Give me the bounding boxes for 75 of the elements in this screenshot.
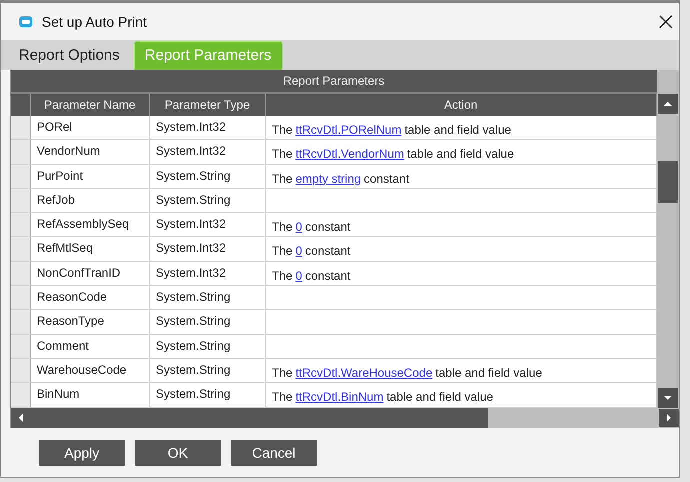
action-text: The: [272, 172, 293, 188]
action-text: constant: [364, 172, 410, 188]
row-selector[interactable]: [11, 334, 31, 358]
action-text: constant: [305, 220, 351, 236]
table-cell: BinNum: [31, 383, 150, 407]
row-selector[interactable]: [11, 358, 31, 382]
action-text: constant: [305, 244, 351, 260]
field-link[interactable]: 0: [296, 244, 302, 261]
table-cell: System.String: [150, 383, 266, 407]
tab[interactable]: Report Options: [9, 42, 130, 70]
field-link[interactable]: ttRcvDtl.PORelNum: [296, 123, 402, 140]
table-cell: RefMtlSeq: [31, 237, 150, 261]
field-link[interactable]: 0: [296, 268, 302, 286]
table-cell: System.String: [150, 188, 266, 212]
row-selector[interactable]: [11, 286, 31, 310]
action-text: table and field value: [404, 123, 512, 139]
app-icon: [19, 16, 33, 28]
action-text: table and field value: [386, 390, 494, 406]
action-text: The: [272, 123, 293, 139]
table-cell: System.Int32: [150, 262, 266, 286]
action-text: The: [272, 268, 293, 285]
scroll-down-icon[interactable]: [658, 388, 678, 408]
close-icon[interactable]: [659, 14, 673, 28]
dialog-button[interactable]: Cancel: [231, 440, 317, 466]
table-cell: System.Int32: [150, 116, 266, 140]
table-cell: WarehouseCode: [31, 358, 150, 382]
action-text: table and field value: [436, 366, 542, 382]
dialog-button[interactable]: OK: [135, 440, 221, 466]
row-selector[interactable]: [11, 140, 31, 164]
table-cell: System.Int32: [150, 140, 266, 164]
action-text: constant: [305, 268, 351, 285]
row-selector[interactable]: [11, 188, 31, 212]
action-text: The: [272, 147, 293, 164]
column-header[interactable]: Parameter Type: [150, 94, 266, 116]
table-cell: VendorNum: [31, 140, 150, 164]
table-cell: System.String: [150, 286, 266, 310]
table-cell: System.Int32: [150, 237, 266, 261]
window-title: Set up Auto Print: [42, 14, 148, 30]
vertical-scrollbar[interactable]: [657, 70, 679, 408]
table-cell: Comment: [31, 334, 150, 358]
action-text: table and field value: [407, 147, 514, 164]
field-link[interactable]: empty string: [296, 172, 362, 188]
table-cell: PORel: [31, 116, 150, 140]
scroll-up-icon[interactable]: [658, 94, 678, 114]
table-cell: RefJob: [31, 188, 150, 212]
row-selector[interactable]: [11, 310, 31, 334]
action-text: The: [272, 244, 293, 260]
table-cell: NonConfTranID: [31, 262, 150, 286]
action-text: The: [272, 390, 293, 406]
row-selector[interactable]: [11, 237, 31, 261]
row-selector[interactable]: [11, 164, 31, 188]
dialog-button[interactable]: Apply: [39, 440, 125, 466]
table-title: Report Parameters: [11, 70, 657, 94]
row-selector[interactable]: [11, 213, 31, 236]
scroll-right-icon[interactable]: [659, 409, 679, 427]
table-cell: ReasonCode: [31, 286, 150, 310]
column-header[interactable]: Parameter Name: [31, 94, 150, 116]
table-cell: RefAssemblySeq: [31, 213, 150, 236]
horizontal-scrollbar[interactable]: [10, 408, 679, 428]
table-cell: System.String: [150, 164, 266, 188]
table-cell: System.String: [150, 358, 266, 382]
table-cell: System.String: [150, 334, 266, 358]
row-selector[interactable]: [11, 262, 31, 286]
table-cell: ReasonType: [31, 310, 150, 334]
action-text: The: [272, 366, 293, 382]
action-text: The: [272, 220, 293, 236]
field-link[interactable]: ttRcvDtl.BinNum: [296, 390, 384, 407]
field-link[interactable]: 0: [296, 220, 302, 236]
row-selector[interactable]: [11, 116, 31, 140]
table-cell: System.String: [150, 310, 266, 334]
field-link[interactable]: ttRcvDtl.WareHouseCode: [296, 366, 433, 382]
field-link[interactable]: ttRcvDtl.VendorNum: [296, 147, 404, 164]
table-cell: PurPoint: [31, 164, 150, 188]
scroll-thumb[interactable]: [658, 161, 678, 203]
table-cell: System.Int32: [150, 213, 266, 236]
